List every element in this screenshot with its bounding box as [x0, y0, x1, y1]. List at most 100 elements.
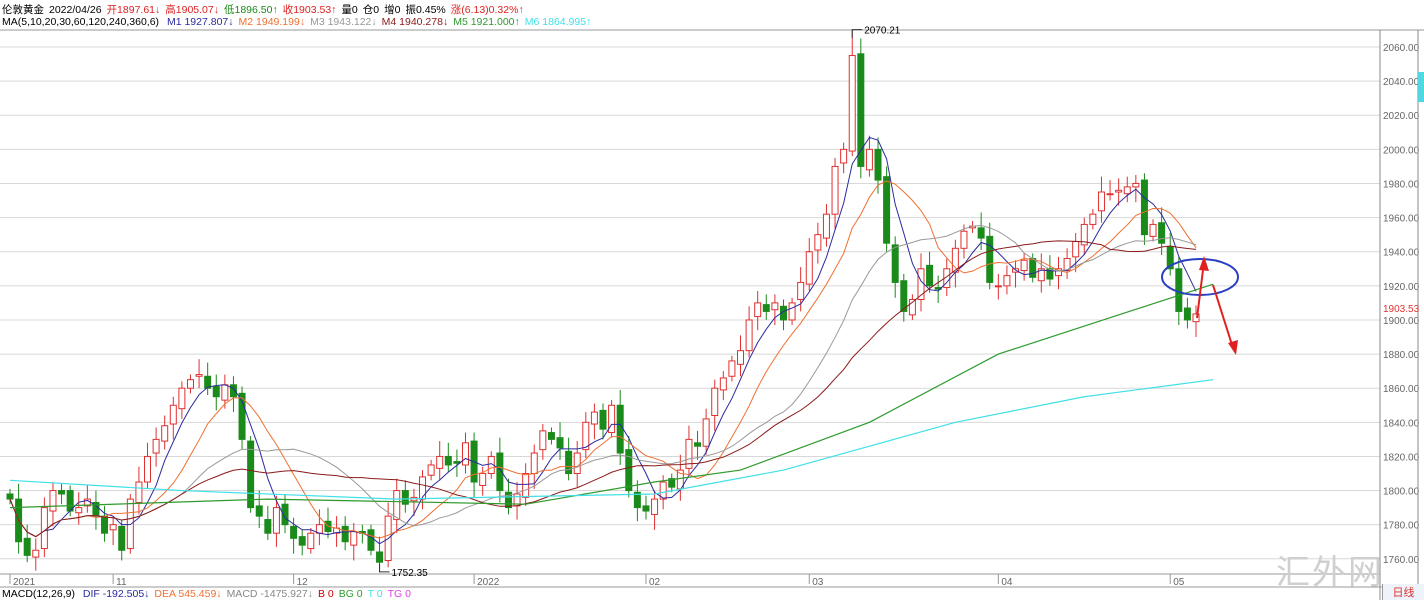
t: T 0	[367, 588, 383, 600]
candle-up	[840, 148, 848, 164]
candle-down	[547, 432, 555, 440]
macd: MACD -1475.927↓	[226, 588, 313, 600]
candle-up	[479, 473, 487, 486]
quote-header: 伦敦黄金 2022/04/26 开1897.61↓ 高1905.07↓ 低1896.50…	[2, 2, 529, 17]
y-tick-label: 1900.00	[1383, 316, 1420, 327]
candle-up	[1115, 189, 1123, 193]
candle-up	[152, 438, 160, 454]
amplitude: 振0.45%	[405, 4, 446, 16]
y-tick-label: 1920.00	[1383, 282, 1420, 293]
candle-up	[1149, 223, 1157, 237]
candle-down	[367, 529, 375, 551]
candle-up	[169, 404, 177, 425]
x-tick-label: 04	[1001, 577, 1013, 588]
candle-down	[118, 525, 126, 551]
candle-up	[350, 531, 358, 546]
candle-down	[616, 404, 624, 454]
candle-down	[58, 490, 66, 495]
candle-up	[711, 387, 719, 416]
symbol: 伦敦黄金	[2, 4, 44, 16]
ma6: M6 1864.995↑	[524, 16, 592, 28]
candle-down	[298, 536, 306, 546]
last-price-label: 1903.53	[1383, 304, 1420, 315]
candle-up	[737, 350, 745, 365]
candle-up	[865, 148, 873, 171]
scrollbar	[1418, 72, 1424, 102]
y-tick-label: 2000.00	[1383, 145, 1420, 156]
candle-up	[195, 374, 203, 377]
candle-up	[831, 165, 839, 215]
volume: 量0	[341, 4, 358, 16]
candle-up	[178, 387, 186, 410]
candle-up	[49, 490, 57, 512]
candle-up	[960, 230, 968, 249]
candle-down	[212, 385, 220, 398]
candle-down	[926, 264, 934, 287]
y-tick-label: 1840.00	[1383, 418, 1420, 429]
candle-down	[1029, 258, 1037, 278]
candle-up	[1003, 275, 1011, 287]
tab-daily[interactable]: 日线	[1382, 584, 1424, 600]
candle-down	[694, 442, 702, 447]
candle-up	[221, 384, 229, 401]
candle-up	[126, 498, 134, 550]
candle-up	[186, 379, 194, 389]
candle-up	[745, 319, 753, 352]
y-tick-label: 1780.00	[1383, 521, 1420, 532]
candle-down	[1158, 222, 1166, 244]
close: 收1903.53↑	[282, 4, 337, 16]
macd-label: MACD(12,26,9)	[2, 588, 75, 600]
ma3: M3 1943.122↓	[310, 16, 377, 28]
candle-up	[436, 455, 444, 469]
bg: BG 0	[338, 588, 363, 600]
ma-label: MA(5,10,20,30,60,120,240,360,6)	[2, 16, 160, 28]
candle-up	[771, 302, 779, 311]
candlestick-chart[interactable]: 1760.00 1780.00 1800.00 1820.00 1840.00 1860.…	[0, 0, 1424, 600]
candle-up	[719, 377, 727, 391]
y-tick-label: 1800.00	[1383, 487, 1420, 498]
y-tick-label: 1860.00	[1383, 384, 1420, 395]
candle-up	[1106, 193, 1114, 196]
candle-up	[40, 507, 48, 550]
candle-up	[590, 411, 598, 425]
background	[0, 0, 1424, 600]
candle-down	[599, 409, 607, 430]
candle-down	[6, 493, 14, 500]
candle-up	[814, 234, 822, 251]
y-tick-label: 1880.00	[1383, 350, 1420, 361]
candle-down	[762, 304, 770, 312]
candle-down	[290, 525, 298, 539]
open: 开1897.61↓	[106, 4, 161, 16]
candle-down	[444, 455, 452, 466]
candle-up	[1132, 182, 1140, 188]
candle-up	[272, 507, 280, 534]
candle-up	[461, 442, 469, 466]
candle-up	[702, 418, 710, 447]
candle-down	[255, 505, 263, 517]
candle-down	[986, 235, 994, 283]
change: 涨(6.13)0.32%↑	[450, 4, 524, 16]
y-tick-label: 1760.00	[1383, 555, 1420, 566]
low: 低1896.50↑	[224, 4, 278, 16]
candle-down	[883, 176, 891, 244]
y-tick-label: 2020.00	[1383, 111, 1420, 122]
x-tick-label: 03	[812, 577, 824, 588]
x-tick-label: 11	[116, 577, 127, 588]
candle-down	[1183, 307, 1191, 321]
candle-up	[651, 498, 659, 515]
candle-up	[573, 452, 581, 475]
watermark: 汇外网	[1276, 553, 1384, 593]
candle-up	[1123, 186, 1131, 195]
y-tick-label: 2040.00	[1383, 77, 1420, 88]
candle-up	[530, 452, 538, 475]
b: B 0	[317, 588, 334, 600]
increase: 增0	[384, 4, 401, 16]
y-tick-label: 2060.00	[1383, 43, 1420, 54]
candle-down	[977, 227, 985, 239]
candle-down	[264, 519, 272, 534]
candle-up	[728, 360, 736, 377]
candle-up	[32, 549, 40, 558]
x-tick-label: 02	[649, 577, 661, 588]
candle-down	[341, 525, 349, 543]
dea: DEA 545.459↓	[154, 588, 222, 600]
